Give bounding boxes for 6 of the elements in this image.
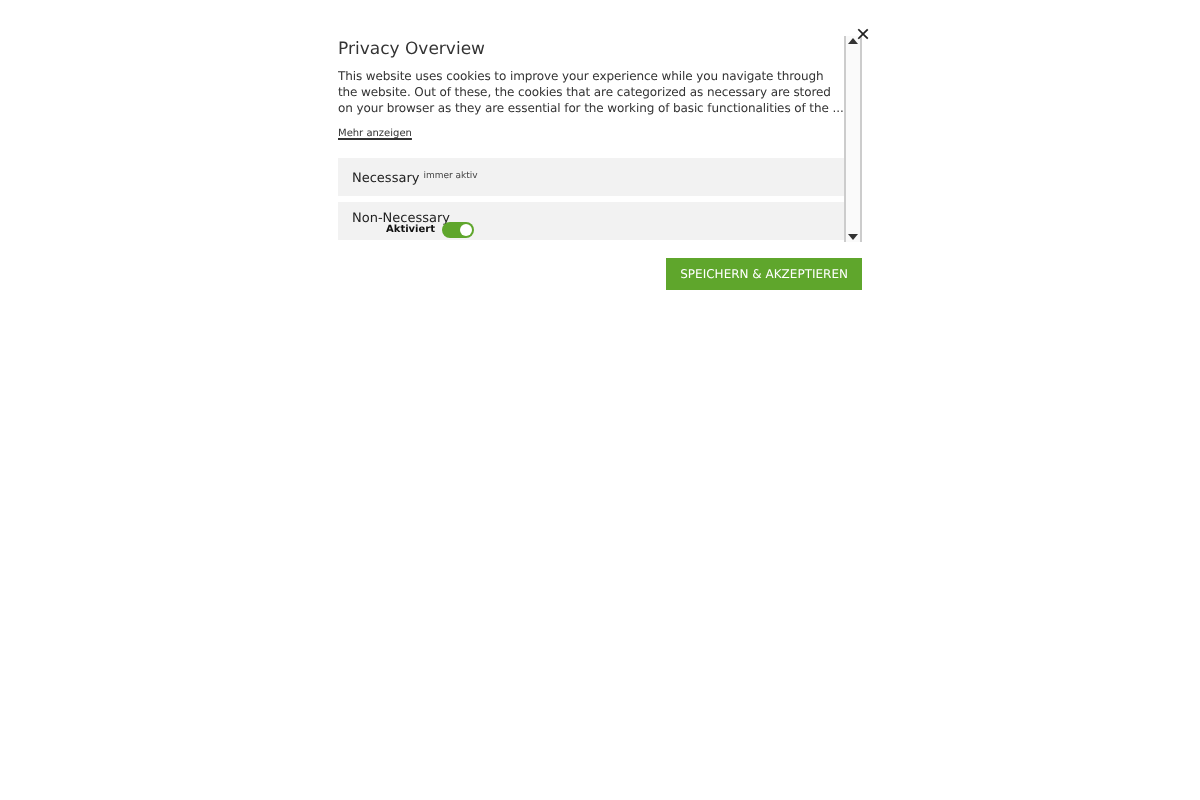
scroll-up-icon[interactable] xyxy=(848,36,858,44)
dialog-title: Privacy Overview xyxy=(338,40,487,60)
scroll-down-icon[interactable] xyxy=(848,234,858,242)
scrollbar[interactable] xyxy=(844,36,862,242)
close-button[interactable]: × xyxy=(855,24,870,44)
toggle-switch[interactable] xyxy=(441,222,474,238)
